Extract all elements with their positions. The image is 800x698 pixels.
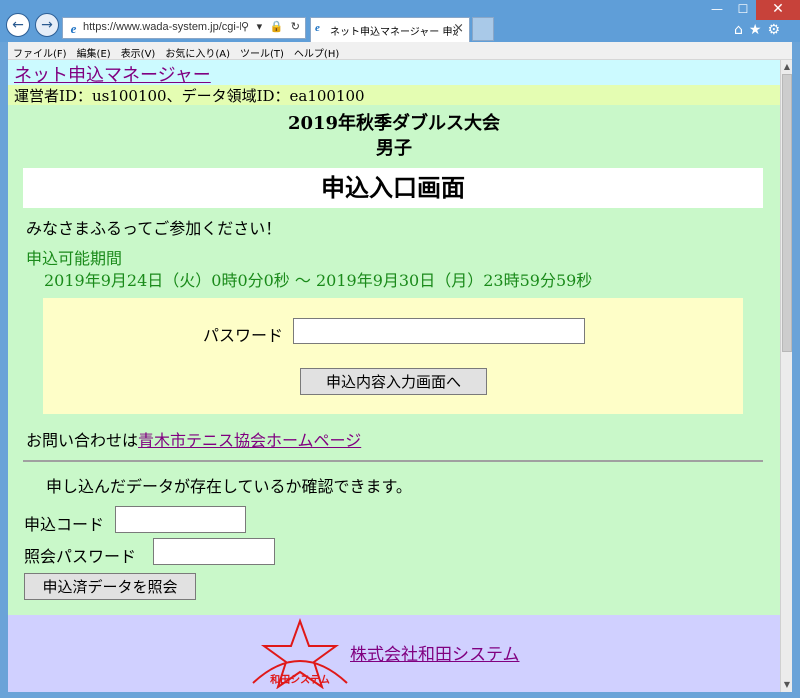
ie-icon: e — [70, 21, 77, 36]
url-text[interactable]: https://www.wada-system.jp/cgi-bir — [83, 21, 241, 33]
operator-bar: 運営者ID：us100100、データ領域ID：ea100100 — [8, 85, 780, 105]
menu-help[interactable]: ヘルプ(H) — [289, 42, 344, 60]
company-link[interactable]: 株式会社和田システム — [350, 640, 520, 665]
contact-prefix: お問い合わせは — [26, 431, 139, 450]
menu-tools[interactable]: ツール(T) — [235, 42, 289, 60]
login-box: パスワード 申込内容入力画面へ — [43, 298, 743, 414]
password-input[interactable] — [293, 318, 585, 344]
welcome-message: みなさまふるってご参加ください！ — [26, 219, 282, 238]
company-logo[interactable]: 和田システム — [245, 617, 355, 689]
tab-active[interactable]: e ネット申込マネージャー 申込... × — [310, 17, 470, 42]
close-button[interactable]: ✕ — [756, 0, 800, 20]
password-label: パスワード — [203, 326, 284, 345]
period-label: 申込可能期間 — [26, 249, 123, 268]
application-code-label: 申込コード — [24, 515, 105, 534]
inquiry-note: 申し込んだデータが存在しているか確認できます。 — [46, 477, 412, 496]
period-range: 2019年9月24日（火）0時0分0秒 〜 2019年9月30日（月）23時59… — [44, 271, 593, 290]
association-homepage-link[interactable]: 青木市テニス協会ホームページ — [138, 431, 361, 450]
address-bar[interactable]: e https://www.wada-system.jp/cgi-bir ⚲ ▾… — [62, 17, 306, 39]
vertical-scrollbar[interactable]: ▲ ▼ — [780, 60, 792, 692]
maximize-button[interactable]: ☐ — [730, 0, 756, 20]
inquiry-password-label: 照会パスワード — [24, 547, 137, 566]
minimize-button[interactable]: — — [704, 0, 730, 20]
menu-favorites[interactable]: お気に入り(A) — [160, 42, 235, 60]
page-title: 申込入口画面 — [321, 174, 465, 202]
enter-application-button[interactable]: 申込内容入力画面へ — [300, 368, 487, 395]
contact-line: お問い合わせは青木市テニス協会ホームページ — [26, 427, 361, 451]
application-code-input[interactable] — [115, 506, 246, 533]
scroll-up-icon[interactable]: ▲ — [781, 60, 793, 74]
window-bottom-frame — [0, 692, 800, 698]
menu-view[interactable]: 表示(V) — [116, 42, 161, 60]
tab-title: ネット申込マネージャー 申込... — [330, 27, 458, 38]
divider — [23, 460, 763, 462]
back-arrow-icon: ← — [12, 17, 24, 33]
home-favorites-settings-icons[interactable]: ⌂★⚙ — [734, 22, 786, 38]
back-button[interactable]: ← — [6, 13, 30, 37]
inquiry-password-input[interactable] — [153, 538, 275, 565]
browser-titlebar: ← → e https://www.wada-system.jp/cgi-bir… — [0, 0, 800, 42]
logo-text: 和田システム — [269, 673, 330, 686]
operator-info: 運営者ID：us100100、データ領域ID：ea100100 — [14, 87, 365, 105]
address-bar-icons[interactable]: ⚲ ▾ 🔒 ↻ — [241, 20, 302, 33]
new-tab-button[interactable] — [472, 17, 494, 41]
inquire-button[interactable]: 申込済データを照会 — [24, 573, 196, 600]
menu-file[interactable]: ファイル(F) — [8, 42, 72, 60]
page-viewport: ネット申込マネージャー 運営者ID：us100100、データ領域ID：ea100… — [8, 60, 780, 692]
site-header: ネット申込マネージャー — [8, 60, 780, 87]
menu-edit[interactable]: 編集(E) — [72, 42, 116, 60]
forward-button[interactable]: → — [35, 13, 59, 37]
scroll-down-icon[interactable]: ▼ — [781, 678, 793, 692]
forward-arrow-icon: → — [41, 17, 53, 33]
event-category: 男子 — [376, 138, 412, 159]
scroll-thumb[interactable] — [782, 74, 792, 352]
page-heading-box: 申込入口画面 — [23, 168, 763, 208]
tab-ie-icon: e — [315, 22, 320, 34]
tab-close-icon[interactable]: × — [453, 21, 464, 36]
menu-bar: ファイル(F) 編集(E) 表示(V) お気に入り(A) ツール(T) ヘルプ(H) — [8, 42, 792, 60]
site-title-link[interactable]: ネット申込マネージャー — [14, 61, 211, 87]
event-name: 2019年秋季ダブルス大会 — [287, 113, 501, 134]
footer: 和田システム 株式会社和田システム — [8, 615, 780, 692]
